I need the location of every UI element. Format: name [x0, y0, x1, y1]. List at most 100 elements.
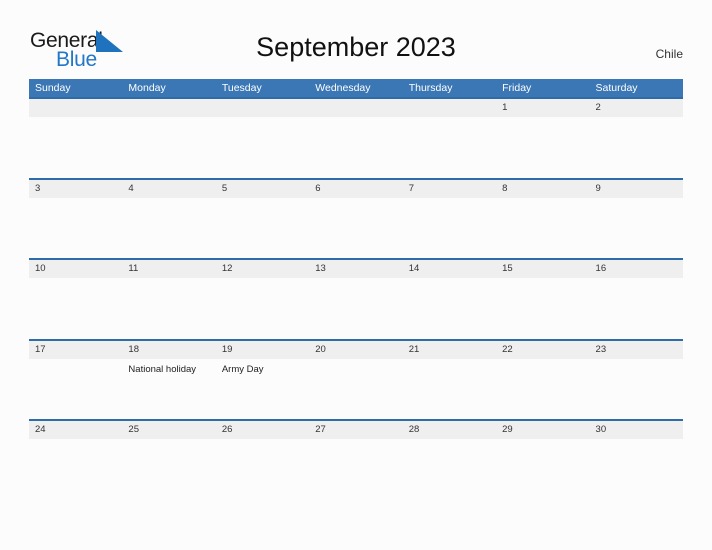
week-event-row — [29, 117, 683, 177]
day-cell[interactable] — [122, 117, 215, 177]
day-number[interactable] — [29, 99, 122, 117]
page-title: September 2023 — [256, 32, 456, 62]
day-cell[interactable] — [403, 117, 496, 177]
week-row: 24 25 26 27 28 29 30 — [29, 419, 683, 500]
day-number[interactable] — [403, 99, 496, 117]
day-number[interactable]: 25 — [122, 421, 215, 439]
day-number[interactable]: 14 — [403, 260, 496, 278]
week-date-band: 24 25 26 27 28 29 30 — [29, 419, 683, 439]
day-cell[interactable] — [496, 278, 589, 338]
day-event: National holiday — [128, 363, 197, 375]
day-cell[interactable] — [309, 439, 402, 499]
day-cell[interactable] — [29, 439, 122, 499]
week-event-row: National holiday Army Day — [29, 359, 683, 419]
weekday-monday: Monday — [128, 82, 166, 94]
day-event: Army Day — [221, 363, 264, 375]
weekday-saturday: Saturday — [595, 82, 638, 94]
day-number[interactable]: 3 — [29, 180, 122, 198]
day-cell[interactable] — [403, 198, 496, 258]
week-event-row — [29, 198, 683, 258]
calendar-grid: Sunday Monday Tuesday Wednesday Thursday… — [29, 79, 683, 500]
week-date-band: 3 4 5 6 7 8 9 — [29, 177, 683, 198]
day-cell[interactable] — [496, 117, 589, 177]
day-number[interactable]: 16 — [590, 260, 683, 278]
day-number[interactable]: 20 — [309, 341, 402, 359]
day-number[interactable] — [309, 99, 402, 117]
day-cell[interactable] — [590, 117, 683, 177]
day-cell[interactable] — [122, 439, 215, 499]
weekday-thursday: Thursday — [408, 82, 453, 94]
day-number[interactable]: 1 — [496, 99, 589, 117]
week-row: 3 4 5 6 7 8 9 — [29, 177, 683, 259]
day-number[interactable]: 28 — [403, 421, 496, 439]
day-cell[interactable] — [122, 278, 215, 338]
day-number[interactable]: 27 — [309, 421, 402, 439]
day-cell[interactable] — [590, 359, 683, 419]
day-cell[interactable] — [122, 198, 215, 258]
day-cell[interactable] — [216, 439, 309, 499]
week-row: 17 18 19 20 21 22 23 National holiday Ar… — [29, 338, 683, 420]
day-number[interactable]: 6 — [309, 180, 402, 198]
day-number[interactable]: 2 — [590, 99, 683, 117]
week-date-band: 10 11 12 13 14 15 16 — [29, 258, 683, 278]
week-row: 10 11 12 13 14 15 16 — [29, 258, 683, 339]
week-date-band: 17 18 19 20 21 22 23 — [29, 338, 683, 359]
region-label: Chile — [655, 47, 683, 61]
day-number[interactable]: 15 — [496, 260, 589, 278]
calendar-page: General Blue September 2023 Chile Sunday… — [0, 0, 712, 550]
day-cell[interactable] — [29, 198, 122, 258]
day-cell[interactable] — [403, 278, 496, 338]
day-number[interactable]: 9 — [590, 180, 683, 198]
day-cell[interactable] — [590, 278, 683, 338]
weekday-wednesday: Wednesday — [315, 82, 371, 94]
day-cell[interactable] — [309, 198, 402, 258]
day-number[interactable]: 5 — [216, 180, 309, 198]
day-number[interactable]: 11 — [122, 260, 215, 278]
day-cell[interactable] — [216, 117, 309, 177]
week-date-band: 1 2 — [29, 97, 683, 117]
week-row: 1 2 — [29, 97, 683, 178]
day-number[interactable]: 24 — [29, 421, 122, 439]
week-event-row — [29, 439, 683, 499]
weekday-tuesday: Tuesday — [221, 82, 262, 94]
day-cell[interactable] — [216, 278, 309, 338]
day-cell[interactable] — [309, 117, 402, 177]
day-cell[interactable] — [29, 359, 122, 419]
day-cell[interactable]: Army Day — [216, 359, 309, 419]
page-header: General Blue September 2023 Chile — [0, 0, 712, 79]
day-number[interactable]: 4 — [122, 180, 215, 198]
day-cell[interactable] — [590, 198, 683, 258]
day-number[interactable]: 21 — [403, 341, 496, 359]
day-number[interactable]: 12 — [216, 260, 309, 278]
day-cell[interactable] — [309, 359, 402, 419]
day-number[interactable]: 18 — [122, 341, 215, 359]
day-number[interactable]: 19 — [216, 341, 309, 359]
day-cell[interactable] — [403, 439, 496, 499]
weekday-friday: Friday — [502, 82, 532, 94]
day-cell[interactable] — [496, 439, 589, 499]
day-cell[interactable] — [29, 117, 122, 177]
day-number[interactable]: 30 — [590, 421, 683, 439]
day-number[interactable]: 26 — [216, 421, 309, 439]
day-cell[interactable] — [590, 439, 683, 499]
day-cell[interactable] — [496, 359, 589, 419]
day-cell[interactable]: National holiday — [122, 359, 215, 419]
weekday-sunday: Sunday — [35, 82, 71, 94]
day-number[interactable]: 8 — [496, 180, 589, 198]
day-number[interactable]: 29 — [496, 421, 589, 439]
day-number[interactable]: 13 — [309, 260, 402, 278]
day-number[interactable]: 23 — [590, 341, 683, 359]
day-cell[interactable] — [496, 198, 589, 258]
day-number[interactable]: 10 — [29, 260, 122, 278]
day-cell[interactable] — [29, 278, 122, 338]
day-cell[interactable] — [403, 359, 496, 419]
day-number[interactable]: 22 — [496, 341, 589, 359]
day-number[interactable]: 17 — [29, 341, 122, 359]
weekday-header-row: Sunday Monday Tuesday Wednesday Thursday… — [29, 79, 683, 97]
day-number[interactable] — [216, 99, 309, 117]
week-event-row — [29, 278, 683, 338]
day-number[interactable]: 7 — [403, 180, 496, 198]
day-cell[interactable] — [216, 198, 309, 258]
day-cell[interactable] — [309, 278, 402, 338]
day-number[interactable] — [122, 99, 215, 117]
